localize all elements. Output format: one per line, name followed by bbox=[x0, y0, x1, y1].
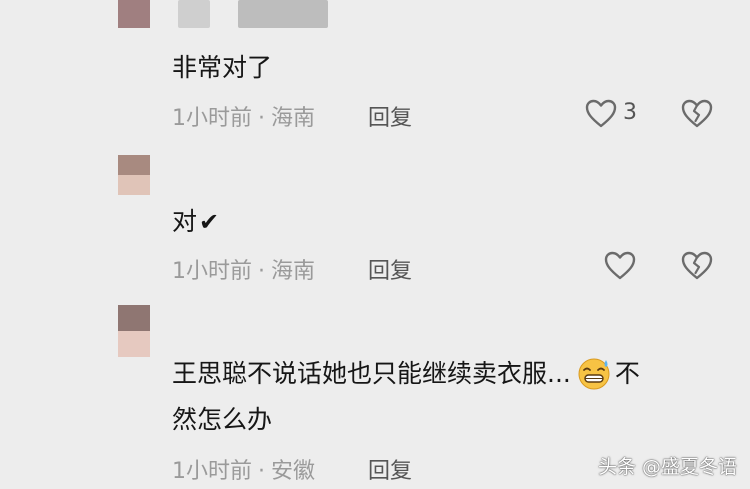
watermark: 头条 @盛夏冬语 bbox=[598, 456, 738, 478]
broken-heart-icon[interactable] bbox=[680, 97, 714, 131]
heart-icon[interactable] bbox=[603, 249, 637, 283]
comment-location: 海南 bbox=[271, 106, 316, 131]
reply-button[interactable]: 回复 bbox=[368, 453, 412, 485]
comment-text: 非常对了 bbox=[172, 53, 273, 82]
avatar[interactable] bbox=[118, 155, 150, 195]
heart-icon[interactable] bbox=[584, 97, 618, 131]
meta-separator: · bbox=[258, 459, 265, 484]
comment-meta: 1小时前 · 海南 回复 bbox=[172, 100, 412, 132]
comment-meta: 1小时前 · 海南 回复 bbox=[172, 253, 412, 285]
meta-separator: · bbox=[258, 106, 265, 131]
comment-time: 1小时前 bbox=[172, 106, 252, 131]
comment-location: 安徽 bbox=[271, 459, 316, 484]
blurred-username bbox=[178, 0, 210, 28]
meta-separator: · bbox=[258, 259, 265, 284]
grinning-sweat-emoji-icon bbox=[575, 356, 613, 404]
avatar[interactable] bbox=[118, 0, 150, 28]
check-mark: ✔ bbox=[199, 208, 220, 236]
comment-body-cont: 不 bbox=[614, 359, 640, 388]
like-count: 3 bbox=[623, 100, 637, 125]
comment-meta: 1小时前 · 安徽 回复 bbox=[172, 453, 412, 485]
comment-body: 王思聪不说话她也只能继续卖衣服... bbox=[172, 359, 571, 388]
reply-button[interactable]: 回复 bbox=[368, 100, 412, 132]
avatar[interactable] bbox=[118, 305, 150, 357]
comment-body: 对 bbox=[172, 207, 198, 236]
comment-text: 对✔ bbox=[172, 200, 219, 244]
comment-time: 1小时前 bbox=[172, 259, 252, 284]
comment-text: 王思聪不说话她也只能继续卖衣服... 不 bbox=[172, 352, 640, 404]
comment-location: 海南 bbox=[271, 259, 316, 284]
comment-time: 1小时前 bbox=[172, 459, 252, 484]
blurred-username bbox=[238, 0, 328, 28]
reply-button[interactable]: 回复 bbox=[368, 253, 412, 285]
broken-heart-icon[interactable] bbox=[680, 249, 714, 283]
comment-text-line2: 然怎么办 bbox=[172, 405, 273, 434]
